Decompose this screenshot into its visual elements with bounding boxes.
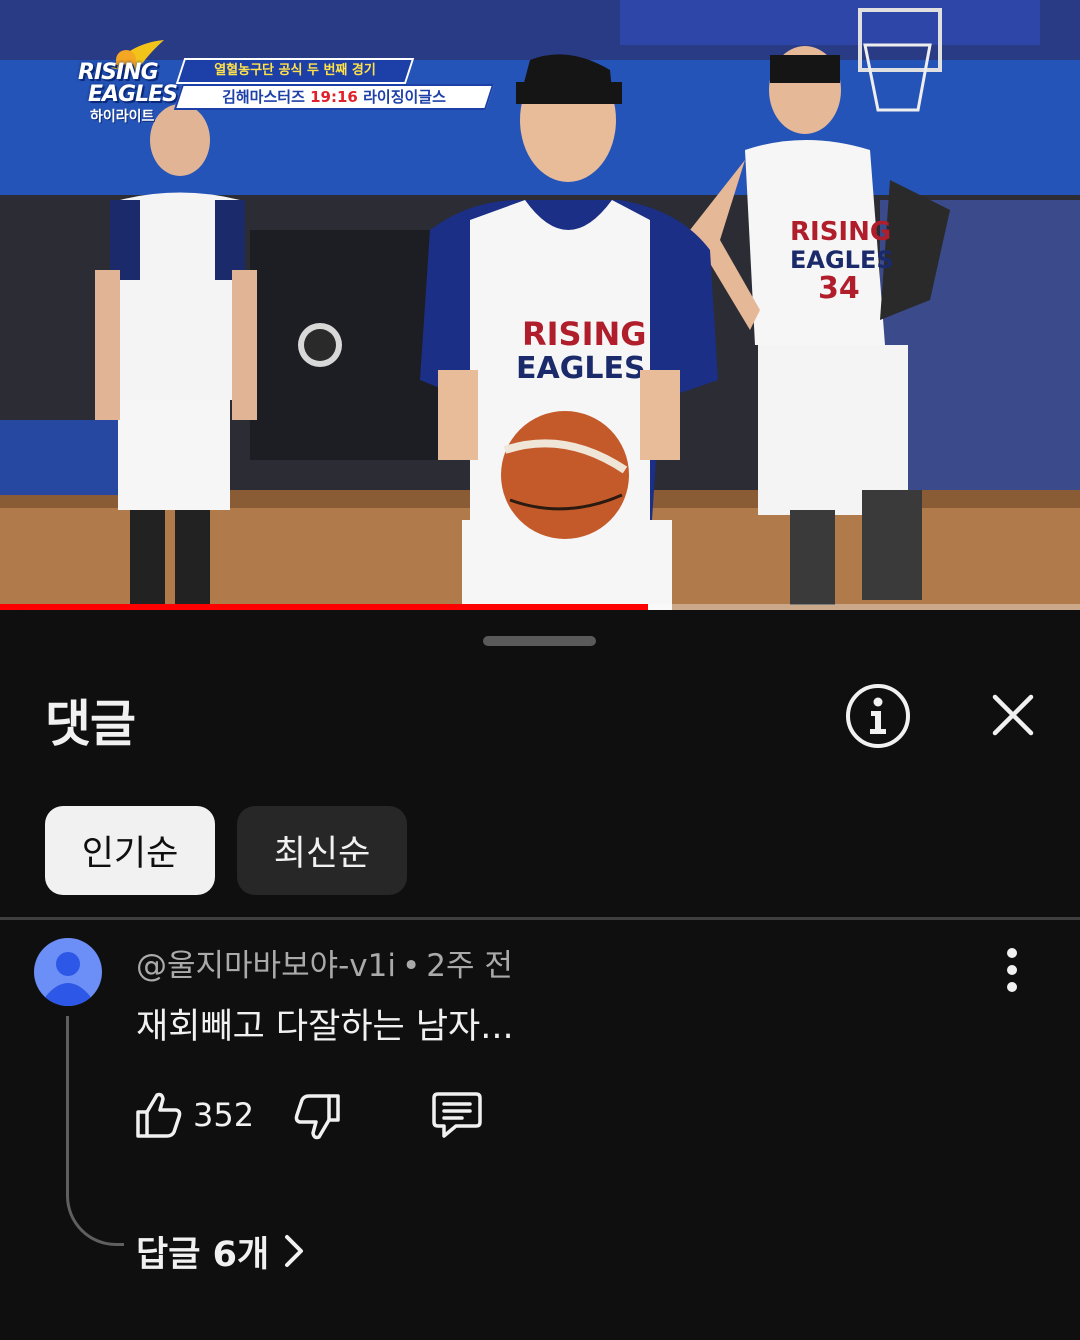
comment-text: 재회빼고 다잘하는 남자... [136, 1007, 514, 1047]
dislike-button[interactable] [292, 1092, 342, 1142]
video-progress-fill [0, 604, 648, 610]
sheet-title: 댓글 [45, 695, 136, 753]
chevron-right-icon [283, 1234, 305, 1268]
svg-text:EAGLES: EAGLES [516, 351, 646, 386]
banner-title: 열혈농구단 공식 두 번째 경기 [175, 58, 415, 84]
more-vert-icon [1007, 948, 1017, 958]
reply-button[interactable] [430, 1090, 484, 1140]
banner-score: 김해마스터즈 19:16 라이징이글스 [173, 84, 495, 110]
video-player[interactable]: RISING EAGLES 34 RISING EAGLES RISING EA… [0, 0, 1080, 610]
replies-label: 답글 6개 [136, 1234, 270, 1275]
drag-handle[interactable] [483, 636, 596, 646]
video-progress-bar[interactable] [0, 604, 1080, 610]
default-avatar-icon [46, 952, 90, 1006]
sort-chip-newest[interactable]: 최신순 [237, 806, 407, 895]
comment-time: 2주 전 [426, 948, 513, 984]
banner-title-text: 열혈농구단 공식 두 번째 경기 [214, 63, 376, 78]
thumbs-down-icon [294, 1094, 340, 1140]
svg-text:EAGLES: EAGLES [790, 246, 894, 274]
more-vert-dot [1007, 982, 1017, 992]
thumbs-up-icon [136, 1092, 182, 1138]
close-button[interactable] [980, 682, 1046, 748]
banner-team-right: 라이징이글스 [363, 88, 446, 106]
like-button[interactable] [134, 1090, 184, 1140]
logo-line3: 하이라이트 [90, 109, 155, 125]
comment-meta: @울지마바보야-v1i • 2주 전 [136, 940, 513, 985]
more-vert-dot [1007, 965, 1017, 975]
avatar[interactable] [34, 938, 102, 1006]
svg-text:RISING: RISING [522, 315, 647, 353]
svg-text:RISING: RISING [790, 217, 891, 247]
banner-score-value: 19:16 [310, 88, 358, 106]
sort-chip-popular[interactable]: 인기순 [45, 806, 215, 895]
comment-author[interactable]: @울지마바보야-v1i [136, 948, 396, 984]
reply-thread-line [66, 1016, 124, 1246]
info-button[interactable] [846, 684, 910, 748]
svg-text:34: 34 [818, 271, 860, 306]
info-icon [870, 697, 886, 734]
like-count: 352 [193, 1096, 255, 1134]
comment-menu-button[interactable] [992, 948, 1032, 994]
banner-score-text: 김해마스터즈 19:16 라이징이글스 [180, 86, 488, 108]
meta-separator: • [402, 948, 421, 984]
comments-sheet: 댓글 인기순 최신순 @울지마바보야-v1i • 2주 전 재회빼고 다잘하는 남자… [0, 614, 1080, 1340]
banner-team-left: 김해마스터즈 [222, 88, 305, 106]
view-replies-button[interactable]: 답글 6개 [136, 1226, 305, 1276]
divider [0, 917, 1080, 920]
close-icon [992, 694, 1034, 736]
comment-reply-icon [432, 1092, 482, 1138]
logo-line2: EAGLES [88, 82, 178, 107]
highlight-logo: RISING EAGLES 하이라이트 [66, 38, 182, 125]
